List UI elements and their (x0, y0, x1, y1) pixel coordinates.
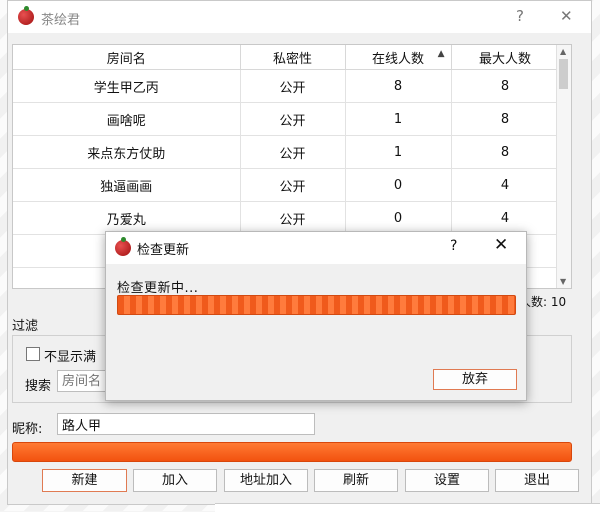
table-scrollbar[interactable]: ▲ ▼ (556, 45, 571, 288)
cell-max: 8 (451, 69, 560, 103)
cell-room-name: 学生甲乙丙 (13, 69, 241, 103)
app-logo-icon (18, 6, 34, 25)
cell-online: 1 (345, 135, 452, 169)
join-button[interactable]: 加入 (133, 469, 217, 492)
nickname-label: 昵称: (12, 422, 43, 437)
new-room-button[interactable]: 新建 (42, 469, 127, 492)
column-header-online-label: 在线人数 (371, 51, 424, 67)
cell-privacy: 公开 (240, 102, 346, 136)
column-header-privacy[interactable]: 私密性 (240, 45, 346, 70)
cell-online: 0 (345, 168, 452, 202)
cell-room-name: 画啥呢 (13, 102, 241, 136)
filter-title: 过滤 (12, 319, 39, 334)
cell-max: 8 (451, 135, 560, 169)
cell-online: 8 (345, 69, 452, 103)
dialog-logo-icon (115, 237, 131, 256)
scroll-down-icon[interactable]: ▼ (560, 277, 566, 286)
cell-room-name: 乃爱丸 (13, 201, 241, 235)
cell-max: 4 (451, 168, 560, 202)
dialog-help-icon[interactable]: ? (450, 238, 457, 254)
table-row[interactable]: 画啥呢 公开 1 8 (13, 102, 560, 136)
join-by-address-button[interactable]: 地址加入 (224, 469, 308, 492)
cell-privacy: 公开 (240, 201, 346, 235)
cell-privacy: 公开 (240, 168, 346, 202)
refresh-button[interactable]: 刷新 (314, 469, 398, 492)
hide-full-label: 不显示满 (44, 350, 97, 365)
status-bar (12, 442, 572, 462)
cell-room-name: 来点东方仗助 (13, 135, 241, 169)
table-row[interactable]: 来点东方仗助 公开 1 8 (13, 135, 560, 169)
exit-button[interactable]: 退出 (495, 469, 579, 492)
scroll-up-icon[interactable]: ▲ (560, 47, 566, 56)
scrollbar-thumb[interactable] (559, 59, 568, 89)
update-progress-bar (117, 295, 516, 315)
update-status-text: 检查更新中... (117, 281, 199, 296)
cell-privacy: 公开 (240, 135, 346, 169)
help-icon[interactable]: ? (516, 7, 524, 25)
table-header-row: 房间名 私密性 在线人数 ▲ 最大人数 (13, 45, 560, 70)
table-row[interactable]: 乃爱丸 公开 0 4 (13, 201, 560, 235)
update-dialog: 检查更新 ? ✕ 检查更新中... 放弃 (105, 231, 527, 401)
close-icon[interactable]: ✕ (560, 7, 573, 25)
title-bar: 茶绘君 ? ✕ (8, 1, 591, 33)
dialog-close-icon[interactable]: ✕ (494, 235, 508, 255)
nickname-input[interactable] (57, 413, 315, 435)
window-title: 茶绘君 (41, 13, 81, 28)
cell-max: 8 (451, 102, 560, 136)
sort-ascending-icon: ▲ (437, 49, 445, 59)
column-header-max[interactable]: 最大人数 (451, 45, 560, 70)
abort-button[interactable]: 放弃 (433, 369, 517, 390)
cell-room-name: 独逼画画 (13, 168, 241, 202)
column-header-online[interactable]: 在线人数 ▲ (345, 45, 452, 70)
table-row[interactable]: 独逼画画 公开 0 4 (13, 168, 560, 202)
settings-button[interactable]: 设置 (405, 469, 489, 492)
table-row[interactable]: 学生甲乙丙 公开 8 8 (13, 69, 560, 103)
column-header-room-name[interactable]: 房间名 (13, 45, 241, 70)
search-label: 搜索 (25, 379, 52, 394)
cell-online: 1 (345, 102, 452, 136)
hide-full-checkbox[interactable] (26, 347, 40, 361)
cell-max: 4 (451, 201, 560, 235)
dialog-title: 检查更新 (137, 243, 190, 258)
cell-privacy: 公开 (240, 69, 346, 103)
cell-online: 0 (345, 201, 452, 235)
